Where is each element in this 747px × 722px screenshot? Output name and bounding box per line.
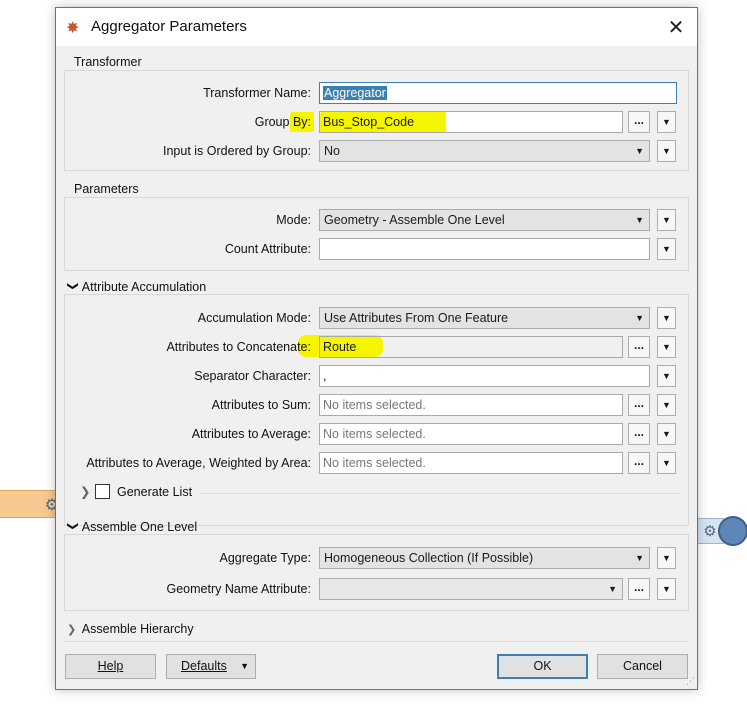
- accumulation-mode-select[interactable]: Use Attributes From One Feature ▼: [319, 307, 650, 329]
- geometry-name-ellipsis-button[interactable]: ...: [628, 578, 650, 600]
- average-input[interactable]: No items selected.: [319, 423, 623, 445]
- concatenate-label: Attributes to Concatenate:: [166, 340, 311, 354]
- resize-grip-icon[interactable]: ⋰: [686, 676, 695, 687]
- concatenate-ellipsis-button[interactable]: ...: [628, 336, 650, 358]
- weighted-average-ellipsis-button[interactable]: ...: [628, 452, 650, 474]
- chevron-down-icon: ❯: [66, 521, 79, 531]
- chevron-down-icon: ▼: [635, 146, 644, 156]
- chevron-down-icon: ▼: [608, 584, 617, 594]
- accumulation-mode-value: Use Attributes From One Feature: [324, 311, 509, 325]
- hierarchy-section-header[interactable]: ❯ Assemble Hierarchy: [67, 622, 194, 636]
- ordered-by-group-label: Input is Ordered by Group:: [163, 144, 311, 158]
- weighted-average-input[interactable]: No items selected.: [319, 452, 623, 474]
- hierarchy-section-title: Assemble Hierarchy: [81, 622, 194, 636]
- weighted-average-label: Attributes to Average, Weighted by Area:: [86, 456, 311, 470]
- groupby-label-pre: Group: [254, 115, 293, 129]
- chevron-down-icon: ▼: [635, 215, 644, 225]
- chevron-down-icon: ❯: [66, 281, 79, 291]
- ok-label: OK: [533, 659, 552, 673]
- count-attribute-input[interactable]: [319, 238, 650, 260]
- aggregate-type-value: Homogeneous Collection (If Possible): [324, 551, 534, 565]
- magnifier-icon: [718, 516, 747, 546]
- footer-divider: [64, 641, 689, 642]
- accumulation-section-title: Attribute Accumulation: [81, 280, 207, 294]
- accumulation-mode-menu-button[interactable]: ▼: [657, 307, 676, 329]
- groupby-ellipsis-button[interactable]: ...: [628, 111, 650, 133]
- defaults-label: Defaults: [181, 659, 227, 673]
- geometry-name-select[interactable]: ▼: [319, 578, 623, 600]
- separator-label: Separator Character:: [194, 369, 311, 383]
- concatenate-value: Route: [323, 340, 357, 354]
- count-attribute-label: Count Attribute:: [224, 242, 311, 256]
- help-label: Help: [97, 659, 124, 673]
- chevron-down-icon: ▼: [635, 313, 644, 323]
- chevron-right-icon: ❯: [67, 624, 77, 636]
- ok-button[interactable]: OK: [497, 654, 588, 679]
- average-menu-button[interactable]: ▼: [657, 423, 676, 445]
- chevron-down-icon: ▼: [240, 661, 249, 671]
- defaults-button[interactable]: Defaults ▼: [166, 654, 256, 679]
- geometry-name-label: Geometry Name Attribute:: [166, 582, 311, 596]
- transformer-section-title: Transformer: [74, 55, 142, 69]
- aggregator-parameters-dialog: ✸ Aggregator Parameters ✕ Transformer Tr…: [55, 7, 698, 690]
- concatenate-label-post: :: [307, 340, 311, 354]
- groupby-value: Bus_Stop_Code: [323, 115, 415, 129]
- title-bar: ✸ Aggregator Parameters ✕: [56, 8, 697, 46]
- accumulation-section-header[interactable]: ❯ Attribute Accumulation: [66, 280, 207, 294]
- concatenate-label-pre: Attributes to Concatenate: [166, 340, 308, 354]
- canvas-inspector-node: ⚙: [690, 516, 747, 546]
- help-button[interactable]: Help: [65, 654, 156, 679]
- chevron-down-icon: ▼: [635, 553, 644, 563]
- sum-ellipsis-button[interactable]: ...: [628, 394, 650, 416]
- sum-input[interactable]: No items selected.: [319, 394, 623, 416]
- weighted-average-menu-button[interactable]: ▼: [657, 452, 676, 474]
- separator-menu-button[interactable]: ▼: [657, 365, 676, 387]
- aggregate-type-select[interactable]: Homogeneous Collection (If Possible) ▼: [319, 547, 650, 569]
- transformer-name-input[interactable]: Aggregator: [319, 82, 677, 104]
- aggregate-type-label: Aggregate Type:: [219, 551, 311, 565]
- parameters-section-title: Parameters: [74, 182, 139, 196]
- transformer-name-label: Transformer Name:: [203, 86, 311, 100]
- concatenate-input[interactable]: Route: [319, 336, 623, 358]
- assemble-section-header[interactable]: ❯ Assemble One Level: [66, 520, 198, 534]
- cancel-button[interactable]: Cancel: [597, 654, 688, 679]
- ordered-by-group-select[interactable]: No ▼: [319, 140, 650, 162]
- transformer-icon: ✸: [66, 20, 80, 37]
- geometry-name-menu-button[interactable]: ▼: [657, 578, 676, 600]
- average-ellipsis-button[interactable]: ...: [628, 423, 650, 445]
- concatenate-menu-button[interactable]: ▼: [657, 336, 676, 358]
- cancel-label: Cancel: [623, 659, 662, 673]
- separator-input[interactable]: ,: [319, 365, 650, 387]
- mode-menu-button[interactable]: ▼: [657, 209, 676, 231]
- groupby-label-post: By:: [292, 115, 311, 129]
- assemble-section-title: Assemble One Level: [81, 520, 198, 534]
- count-menu-button[interactable]: ▼: [657, 238, 676, 260]
- sum-label: Attributes to Sum:: [211, 398, 311, 412]
- transformer-name-value: Aggregator: [323, 86, 387, 100]
- generate-list-divider: [201, 493, 681, 494]
- close-icon[interactable]: ✕: [655, 8, 697, 46]
- groupby-menu-button[interactable]: ▼: [657, 111, 676, 133]
- mode-select[interactable]: Geometry - Assemble One Level ▼: [319, 209, 650, 231]
- average-label: Attributes to Average:: [191, 427, 311, 441]
- accumulation-mode-label: Accumulation Mode:: [197, 311, 311, 325]
- generate-list-checkbox[interactable]: [95, 484, 110, 499]
- ordered-menu-button[interactable]: ▼: [657, 140, 676, 162]
- dialog-title: Aggregator Parameters: [91, 18, 247, 35]
- groupby-label: Group By:: [255, 115, 311, 129]
- generate-list-label: Generate List: [117, 485, 193, 499]
- ordered-by-group-value: No: [324, 144, 340, 158]
- mode-label: Mode:: [276, 213, 311, 227]
- mode-value: Geometry - Assemble One Level: [324, 213, 505, 227]
- aggregate-type-menu-button[interactable]: ▼: [657, 547, 676, 569]
- groupby-input[interactable]: Bus_Stop_Code: [319, 111, 623, 133]
- chevron-right-icon[interactable]: ❯: [80, 484, 90, 499]
- sum-menu-button[interactable]: ▼: [657, 394, 676, 416]
